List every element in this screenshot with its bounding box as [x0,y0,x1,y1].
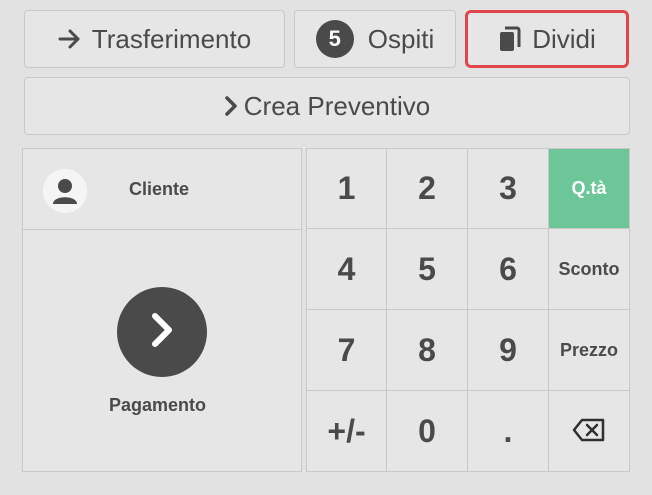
keypad: 1 2 3 Q.tà 4 5 6 Sconto 7 8 9 Prezzo +/-… [306,148,630,472]
decimal-key[interactable]: . [468,391,549,472]
guests-label: Ospiti [367,23,435,54]
key-3[interactable]: 3 [468,148,549,229]
transfer-label: Trasferimento [91,23,252,54]
client-button[interactable]: Cliente [23,149,301,230]
chevron-right-icon [147,310,177,355]
key-1[interactable]: 1 [306,148,387,229]
payment-button[interactable] [117,287,207,377]
price-mode-button[interactable]: Prezzo [549,310,630,391]
chevron-right-icon [224,95,238,117]
key-9[interactable]: 9 [468,310,549,391]
transfer-button[interactable]: Trasferimento [24,10,285,68]
sign-toggle-key[interactable]: +/- [306,391,387,472]
person-icon [43,169,87,213]
backspace-button[interactable] [549,391,630,472]
split-button[interactable]: Dividi [465,10,629,68]
split-label: Dividi [532,23,596,54]
arrow-right-icon [58,28,82,50]
discount-mode-button[interactable]: Sconto [549,229,630,310]
customer-payment-panel: Cliente Pagamento [22,148,302,472]
key-5[interactable]: 5 [387,229,468,310]
key-8[interactable]: 8 [387,310,468,391]
payment-label: Pagamento [109,395,207,415]
create-quote-button[interactable]: Crea Preventivo [24,77,630,135]
backspace-icon [572,413,606,450]
key-6[interactable]: 6 [468,229,549,310]
quantity-mode-button[interactable]: Q.tà [549,148,630,229]
copy-icon [498,25,522,53]
key-4[interactable]: 4 [306,229,387,310]
guests-count-badge: 5 [315,20,354,58]
key-0[interactable]: 0 [387,391,468,472]
key-2[interactable]: 2 [387,148,468,229]
key-7[interactable]: 7 [306,310,387,391]
guests-button[interactable]: 5 Ospiti [294,10,456,68]
create-quote-label: Crea Preventivo [243,90,431,121]
client-label: Cliente [129,179,190,199]
